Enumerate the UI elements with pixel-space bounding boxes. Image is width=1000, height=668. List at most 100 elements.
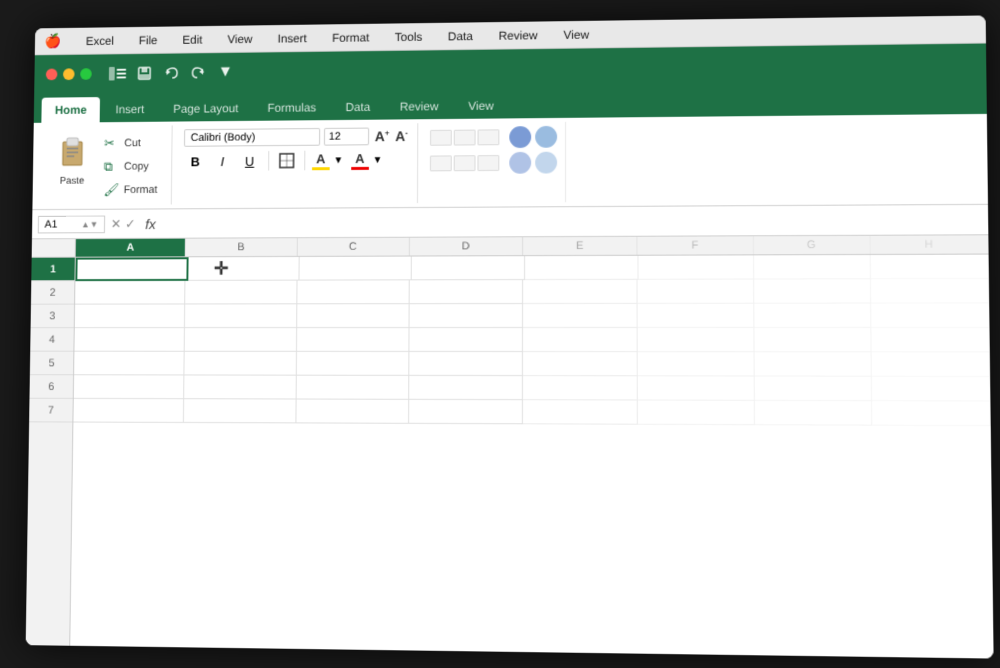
cell-h4[interactable]: [871, 328, 990, 353]
cell-h7[interactable]: [872, 401, 991, 426]
cell-h6[interactable]: [872, 377, 991, 402]
cell-c7[interactable]: [296, 399, 409, 423]
cell-g4[interactable]: [754, 328, 871, 352]
menu-format[interactable]: Format: [328, 28, 373, 46]
cell-g7[interactable]: [754, 401, 872, 426]
tab-view[interactable]: View: [454, 93, 507, 119]
cell-b1[interactable]: ✛: [188, 257, 299, 281]
decrease-font-size-button[interactable]: A-: [393, 127, 410, 145]
col-header-h[interactable]: H: [870, 235, 988, 254]
cell-b4[interactable]: [185, 328, 297, 352]
cell-a7[interactable]: [73, 399, 184, 423]
cell-f7[interactable]: [638, 400, 754, 425]
cell-a1[interactable]: [75, 257, 188, 281]
align-style-2[interactable]: [454, 130, 476, 146]
cell-f2[interactable]: [638, 280, 754, 304]
cell-f4[interactable]: [638, 328, 754, 352]
menu-data[interactable]: Data: [444, 27, 477, 45]
italic-button[interactable]: I: [211, 150, 234, 172]
cell-d4[interactable]: [409, 328, 523, 352]
copy-button[interactable]: ⧉ Copy: [100, 157, 162, 177]
cell-e2[interactable]: [523, 280, 638, 304]
blue-color-button[interactable]: [510, 126, 532, 148]
col-header-d[interactable]: D: [410, 237, 524, 255]
cell-g5[interactable]: [754, 352, 872, 377]
bold-button[interactable]: B: [184, 151, 207, 173]
cell-d5[interactable]: [409, 352, 523, 376]
cell-e7[interactable]: [523, 400, 638, 425]
cell-h2[interactable]: [871, 279, 990, 304]
row-header-2[interactable]: 2: [31, 281, 74, 305]
align-style-4[interactable]: [430, 155, 452, 171]
cell-c6[interactable]: [296, 376, 409, 400]
cell-c1[interactable]: [299, 257, 411, 281]
col-header-g[interactable]: G: [753, 236, 870, 255]
cell-reference-box[interactable]: A1 ▲▼: [38, 215, 105, 233]
align-style-1[interactable]: [430, 130, 452, 146]
cell-b6[interactable]: [184, 375, 296, 399]
row-header-5[interactable]: 5: [30, 352, 74, 376]
menu-file[interactable]: File: [135, 31, 161, 49]
cell-a6[interactable]: [74, 375, 185, 399]
sidebar-toggle-icon[interactable]: [107, 63, 128, 85]
tab-insert[interactable]: Insert: [102, 96, 158, 122]
menu-view[interactable]: View: [223, 30, 256, 48]
cell-e6[interactable]: [523, 376, 638, 400]
cell-c3[interactable]: [297, 304, 410, 328]
cell-b5[interactable]: [185, 352, 297, 376]
redo-icon[interactable]: [188, 62, 209, 84]
menu-excel[interactable]: Excel: [82, 32, 118, 50]
cancel-formula-button[interactable]: ✕: [111, 216, 122, 232]
maximize-button[interactable]: [80, 68, 92, 80]
cell-c4[interactable]: [296, 328, 409, 352]
formula-input[interactable]: [161, 210, 982, 232]
paste-button[interactable]: Paste: [50, 130, 95, 191]
cell-b2[interactable]: [185, 281, 297, 305]
close-button[interactable]: [46, 69, 58, 81]
cell-e3[interactable]: [523, 304, 638, 328]
cell-f5[interactable]: [638, 352, 754, 376]
cell-a4[interactable]: [74, 328, 185, 352]
font-size-selector[interactable]: 12: [324, 128, 369, 146]
cell-a2[interactable]: [75, 281, 186, 305]
circle-btn-1[interactable]: [510, 152, 532, 174]
row-header-4[interactable]: 4: [30, 328, 74, 352]
menu-insert[interactable]: Insert: [274, 29, 311, 47]
tab-data[interactable]: Data: [332, 94, 384, 120]
cell-a3[interactable]: [75, 304, 186, 328]
cell-f6[interactable]: [638, 376, 754, 401]
cell-e5[interactable]: [523, 352, 638, 376]
font-family-selector[interactable]: Calibri (Body): [184, 128, 320, 147]
cell-h1[interactable]: [871, 255, 989, 280]
minimize-button[interactable]: [63, 68, 75, 80]
menu-edit[interactable]: Edit: [178, 30, 206, 48]
cell-d3[interactable]: [409, 304, 523, 328]
cell-c2[interactable]: [297, 280, 410, 304]
cell-f3[interactable]: [638, 304, 754, 328]
menu-review[interactable]: Review: [495, 26, 542, 44]
cell-d2[interactable]: [409, 280, 523, 304]
font-color-button[interactable]: A: [351, 151, 369, 170]
undo-icon[interactable]: [161, 62, 182, 84]
tab-page-layout[interactable]: Page Layout: [160, 95, 252, 121]
cell-e1[interactable]: [525, 256, 639, 280]
increase-font-size-button[interactable]: A+: [373, 127, 392, 145]
col-header-f[interactable]: F: [638, 236, 754, 254]
cell-e4[interactable]: [523, 328, 638, 352]
tab-review[interactable]: Review: [386, 93, 452, 119]
cell-d6[interactable]: [409, 376, 523, 400]
align-style-6[interactable]: [478, 155, 500, 171]
circle-btn-2[interactable]: [536, 152, 558, 174]
col-header-c[interactable]: C: [297, 238, 409, 256]
font-color-dropdown[interactable]: ▼: [373, 154, 383, 165]
cut-button[interactable]: ✂ Cut: [100, 133, 162, 153]
cell-g3[interactable]: [754, 304, 871, 328]
col-header-b[interactable]: B: [186, 238, 297, 256]
blue2-color-button[interactable]: [536, 126, 558, 148]
cell-g1[interactable]: [754, 255, 871, 280]
cell-f1[interactable]: [639, 255, 755, 279]
cell-g2[interactable]: [754, 279, 871, 303]
underline-button[interactable]: U: [238, 150, 262, 172]
cell-g6[interactable]: [754, 376, 872, 401]
tab-formulas[interactable]: Formulas: [254, 95, 330, 121]
